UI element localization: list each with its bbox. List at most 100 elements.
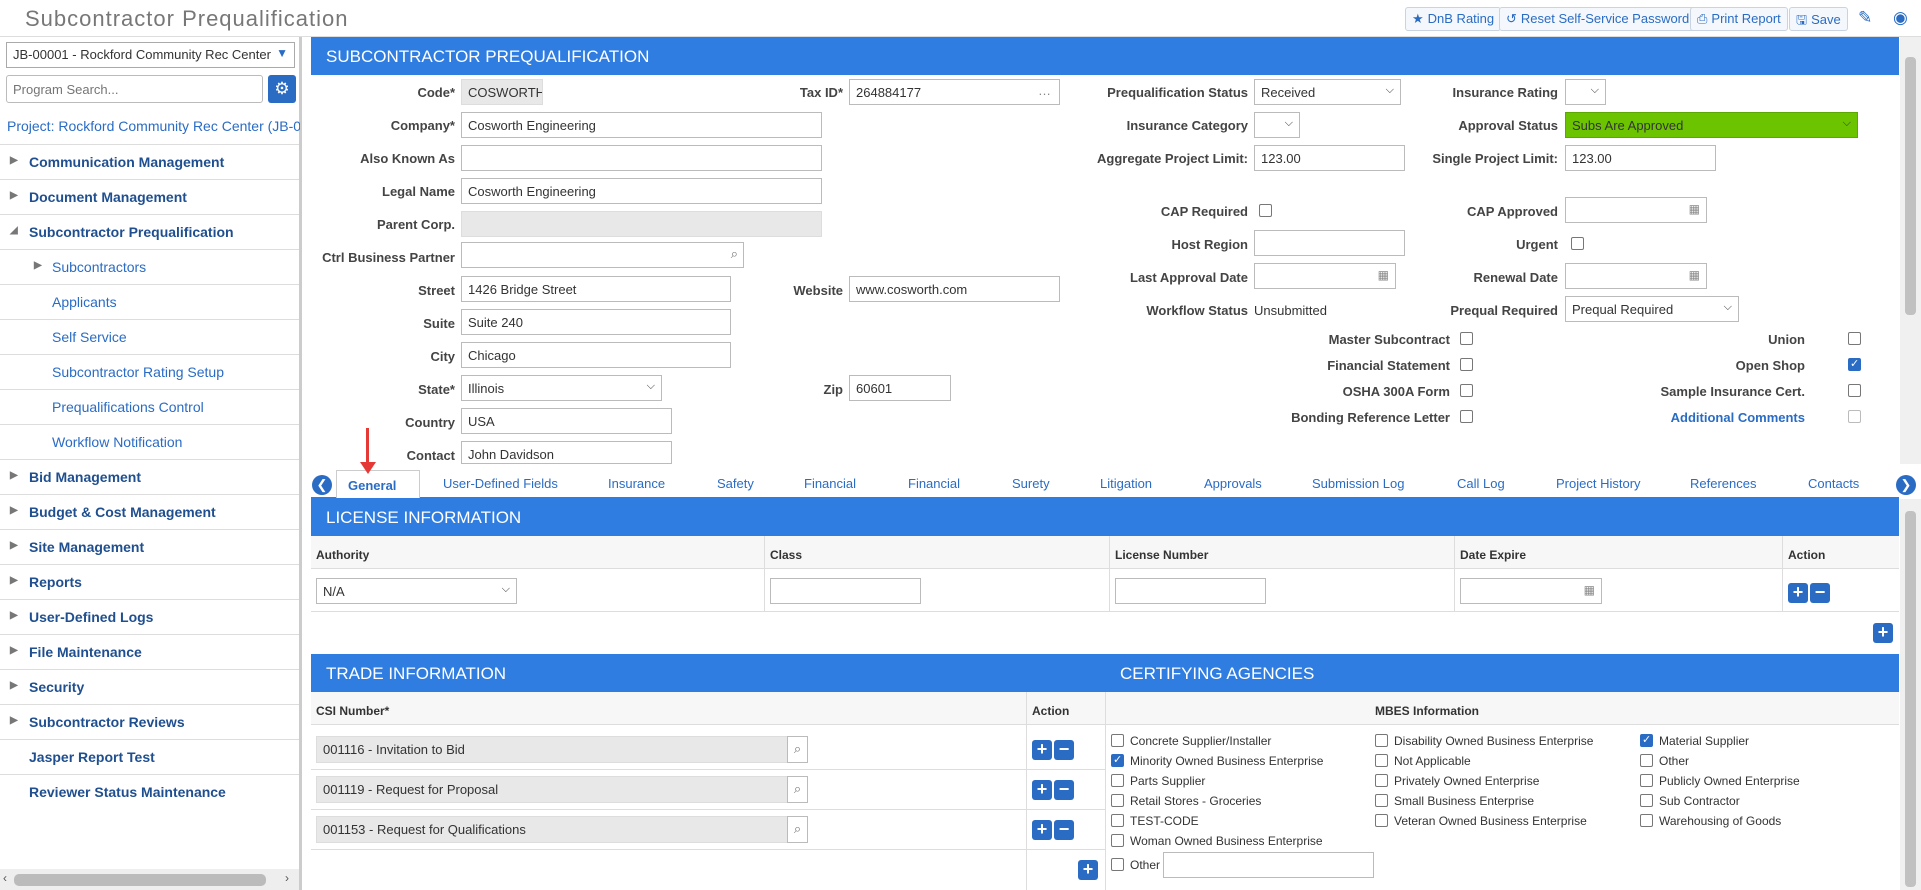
add-row-icon[interactable]: +: [1873, 623, 1893, 643]
edit-icon[interactable]: ✎: [1858, 8, 1872, 28]
tabs-left-arrow-icon[interactable]: ❮: [312, 475, 332, 495]
scroll-left-icon[interactable]: ‹: [3, 871, 7, 885]
sidebar-item-subcontractor-prequalification[interactable]: ◢ Subcontractor Prequalification: [0, 214, 299, 249]
tabs-right-arrow-icon[interactable]: ❯: [1896, 475, 1916, 495]
sidebar-item-rating-setup[interactable]: Subcontractor Rating Setup: [0, 354, 299, 389]
mbes-checkbox[interactable]: [1111, 753, 1124, 767]
cap-approved-date[interactable]: ▦: [1565, 197, 1707, 223]
ellipsis-icon[interactable]: …: [1038, 83, 1051, 98]
legal-name-field[interactable]: Cosworth Engineering: [461, 178, 822, 204]
aggregate-limit-field[interactable]: 123.00: [1254, 145, 1405, 171]
calendar-icon[interactable]: ▦: [1689, 268, 1700, 282]
add-trade-icon[interactable]: +: [1032, 820, 1052, 840]
add-trade-row-icon[interactable]: +: [1078, 860, 1098, 880]
mbes-checkbox[interactable]: [1640, 814, 1653, 827]
scrollbar-thumb[interactable]: [1905, 511, 1916, 887]
tab-contacts[interactable]: Contacts: [1808, 476, 1859, 491]
city-field[interactable]: Chicago: [461, 342, 731, 368]
csi-row-2[interactable]: 001119 - Request for Proposal: [316, 776, 808, 803]
tab-call-log[interactable]: Call Log: [1457, 476, 1505, 491]
last-approval-date[interactable]: ▦: [1254, 263, 1396, 289]
mbes-checkbox[interactable]: [1640, 774, 1653, 787]
mbes-checkbox[interactable]: [1375, 754, 1388, 767]
sidebar-item-workflow-notification[interactable]: Workflow Notification: [0, 424, 299, 459]
calendar-icon[interactable]: ▦: [1378, 268, 1389, 282]
license-number-field[interactable]: [1115, 578, 1266, 604]
remove-trade-icon[interactable]: −: [1054, 740, 1074, 760]
sidebar-horizontal-scrollbar[interactable]: ‹ ›: [0, 869, 299, 890]
master-subcontract-checkbox[interactable]: [1460, 332, 1473, 345]
single-limit-field[interactable]: 123.00: [1565, 145, 1716, 171]
sidebar-item-budget-cost[interactable]: ▶ Budget & Cost Management: [0, 494, 299, 529]
union-checkbox[interactable]: [1848, 332, 1861, 345]
cap-required-checkbox[interactable]: [1259, 204, 1272, 217]
remove-trade-icon[interactable]: −: [1054, 780, 1074, 800]
sidebar-item-security[interactable]: ▶ Security: [0, 669, 299, 704]
sidebar-item-communication-management[interactable]: ▶ Communication Management: [0, 144, 299, 179]
renewal-date[interactable]: ▦: [1565, 263, 1707, 289]
form-vertical-scrollbar[interactable]: [1900, 37, 1921, 464]
tab-financial[interactable]: Financial: [804, 476, 856, 491]
sidebar-item-jasper-report-test[interactable]: Jasper Report Test: [0, 739, 299, 774]
sidebar-item-document-management[interactable]: ▶ Document Management: [0, 179, 299, 214]
project-select[interactable]: JB-00001 - Rockford Community Rec Center…: [6, 42, 295, 68]
sidebar-item-user-defined-logs[interactable]: ▶ User-Defined Logs: [0, 599, 299, 634]
sidebar-item-file-maintenance[interactable]: ▶ File Maintenance: [0, 634, 299, 669]
remove-trade-icon[interactable]: −: [1054, 820, 1074, 840]
insurance-category-select[interactable]: ⌵: [1254, 112, 1300, 138]
mbes-checkbox[interactable]: [1111, 858, 1124, 871]
open-shop-checkbox[interactable]: [1848, 357, 1861, 371]
authority-select[interactable]: N/A ⌵: [316, 578, 517, 604]
class-field[interactable]: [770, 578, 921, 604]
mbes-checkbox[interactable]: [1375, 794, 1388, 807]
tab-financial-2[interactable]: Financial: [908, 476, 960, 491]
search-icon[interactable]: ⌕: [787, 776, 808, 803]
host-region-field[interactable]: [1254, 230, 1405, 256]
bonding-letter-checkbox[interactable]: [1460, 410, 1473, 423]
csi-row-3[interactable]: 001153 - Request for Qualifications: [316, 816, 808, 843]
insurance-rating-select[interactable]: ⌵: [1565, 79, 1606, 105]
mbes-checkbox[interactable]: [1640, 794, 1653, 807]
tab-litigation[interactable]: Litigation: [1100, 476, 1152, 491]
sidebar-item-reviewer-status[interactable]: Reviewer Status Maintenance: [0, 774, 299, 809]
additional-comments-link[interactable]: Additional Comments: [1600, 410, 1805, 425]
mbes-checkbox[interactable]: [1375, 774, 1388, 787]
user-icon[interactable]: ◉: [1893, 8, 1908, 28]
mbes-checkbox[interactable]: [1111, 794, 1124, 807]
csi-row-1[interactable]: 001116 - Invitation to Bid: [316, 736, 808, 763]
sample-insurance-checkbox[interactable]: [1848, 384, 1861, 397]
tab-references[interactable]: References: [1690, 476, 1756, 491]
scroll-right-icon[interactable]: ›: [285, 871, 289, 885]
remove-license-icon[interactable]: −: [1810, 583, 1830, 603]
prequal-required-select[interactable]: Prequal Required ⌵: [1565, 296, 1739, 322]
osha-checkbox[interactable]: [1460, 384, 1473, 397]
ctrl-partner-field[interactable]: ⌕: [461, 242, 744, 268]
sidebar-item-subcontractor-reviews[interactable]: ▶ Subcontractor Reviews: [0, 704, 299, 739]
contact-field[interactable]: John Davidson: [461, 441, 672, 464]
search-icon[interactable]: ⌕: [787, 816, 808, 843]
mbes-checkbox[interactable]: [1640, 733, 1653, 747]
scrollbar-thumb[interactable]: [14, 874, 266, 886]
website-field[interactable]: www.cosworth.com: [849, 276, 1060, 302]
dnb-rating-button[interactable]: ★ DnB Rating: [1405, 7, 1502, 31]
tab-user-defined-fields[interactable]: User-Defined Fields: [443, 476, 558, 491]
taxid-field[interactable]: 264884177…: [849, 79, 1060, 105]
state-select[interactable]: Illinois ⌵: [461, 375, 662, 401]
aka-field[interactable]: [461, 145, 822, 171]
program-search-input[interactable]: [6, 75, 263, 103]
sidebar-item-site-management[interactable]: ▶ Site Management: [0, 529, 299, 564]
sidebar-item-applicants[interactable]: Applicants: [0, 284, 299, 319]
date-expire-field[interactable]: ▦: [1460, 578, 1602, 604]
tab-project-history[interactable]: Project History: [1556, 476, 1641, 491]
suite-field[interactable]: Suite 240: [461, 309, 731, 335]
search-icon[interactable]: ⌕: [731, 246, 738, 262]
calendar-icon[interactable]: ▦: [1584, 583, 1595, 597]
mbes-checkbox[interactable]: [1111, 814, 1124, 827]
gear-icon[interactable]: ⚙: [268, 75, 296, 103]
street-field[interactable]: 1426 Bridge Street: [461, 276, 731, 302]
prequal-status-select[interactable]: Received ⌵: [1254, 79, 1401, 105]
tab-insurance[interactable]: Insurance: [608, 476, 665, 491]
company-field[interactable]: Cosworth Engineering: [461, 112, 822, 138]
sidebar-item-prequalifications-control[interactable]: Prequalifications Control: [0, 389, 299, 424]
add-license-icon[interactable]: +: [1788, 583, 1808, 603]
